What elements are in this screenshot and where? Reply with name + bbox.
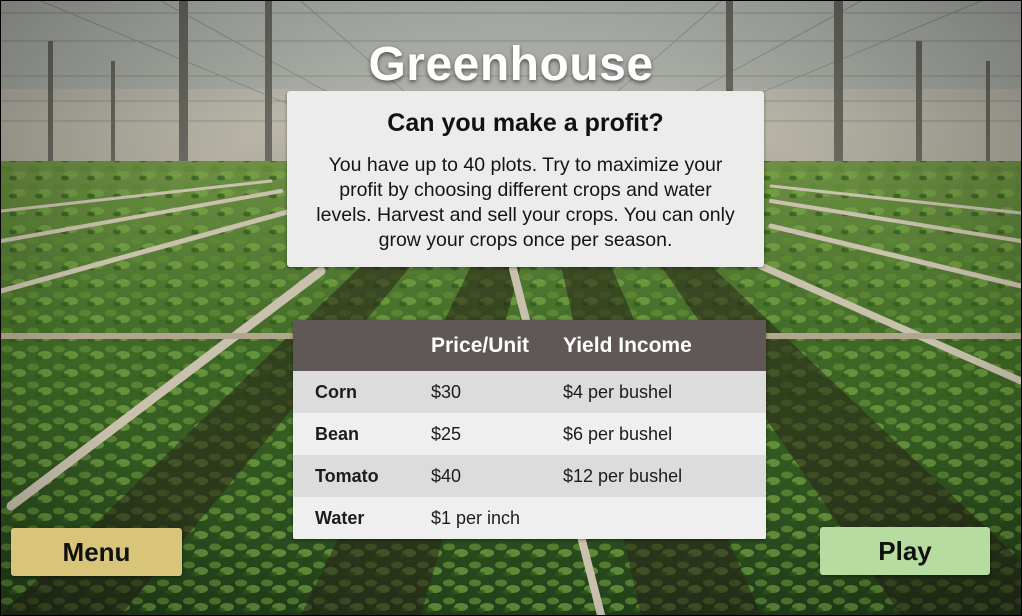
table-row-tomato: Tomato $40 $12 per bushel	[293, 455, 766, 497]
row-item: Bean	[315, 423, 360, 444]
game-title: Greenhouse	[368, 38, 654, 91]
table-row-corn: Corn $30 $4 per bushel	[293, 371, 766, 413]
table-header-row: Price/Unit Yield Income	[293, 320, 766, 371]
intro-text: You have up to 40 plots. Try to maximize…	[316, 154, 735, 251]
row-yield: $4 per bushel	[563, 381, 673, 402]
row-price: $1 per inch	[431, 507, 521, 528]
table-row-bean: Bean $25 $6 per bushel	[293, 413, 766, 455]
row-price: $40	[431, 465, 462, 486]
menu-button[interactable]: Menu	[11, 528, 182, 576]
header-price-unit: Price/Unit	[431, 333, 530, 357]
row-yield: $12 per bushel	[563, 465, 683, 486]
header-yield-income: Yield Income	[563, 333, 692, 357]
row-item: Corn	[315, 381, 357, 402]
intro-heading: Can you make a profit?	[387, 109, 664, 137]
row-price: $25	[431, 423, 462, 444]
crop-price-table: Price/Unit Yield Income Corn $30 $4 per …	[293, 320, 766, 539]
row-item: Water	[315, 507, 365, 528]
table-row-water: Water $1 per inch	[293, 497, 766, 539]
row-yield: $6 per bushel	[563, 423, 673, 444]
row-price: $30	[431, 381, 462, 402]
game-screen: Greenhouse Can you make a profit? You ha…	[0, 0, 1022, 616]
play-button[interactable]: Play	[820, 527, 990, 575]
intro-panel: Can you make a profit? You have up to 40…	[287, 91, 764, 267]
row-item: Tomato	[315, 465, 379, 486]
